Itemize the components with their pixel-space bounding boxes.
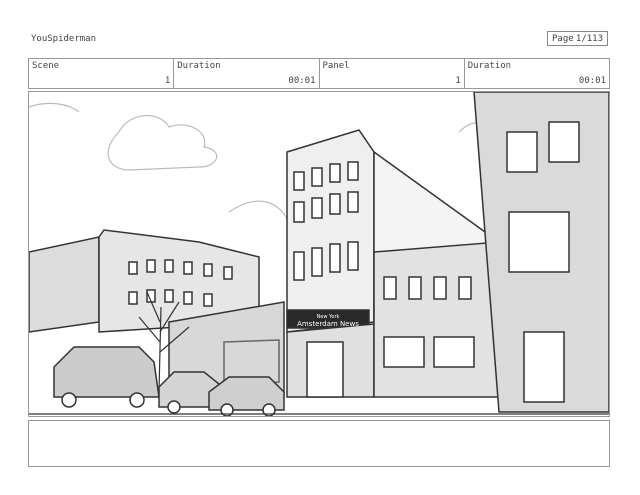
page-indicator: Page 1/113	[547, 31, 608, 46]
panel-duration-value[interactable]: 00:01	[579, 76, 606, 86]
scene-cell: Scene 1	[29, 59, 175, 88]
street-sketch: New York Amsterdam News	[29, 92, 609, 416]
scene-value[interactable]: 1	[165, 76, 170, 86]
panel-label: Panel	[322, 61, 350, 71]
panel-cell: Panel 1	[320, 59, 465, 88]
shot-info-row: Scene 1 Duration 00:01 Panel 1 Duration …	[28, 58, 610, 89]
sign-line-2: Amsterdam News	[297, 320, 359, 328]
scene-duration-label: Duration	[177, 61, 221, 71]
page-number: 1/113	[575, 33, 603, 44]
storyboard-panel[interactable]: New York Amsterdam News	[28, 91, 610, 417]
panel-duration-label: Duration	[467, 61, 512, 71]
scene-duration-value[interactable]: 00:01	[288, 76, 315, 86]
scene-label: Scene	[32, 61, 60, 71]
panel-notes[interactable]	[28, 420, 610, 467]
page-label: Page	[552, 33, 574, 44]
panel-value[interactable]: 1	[455, 76, 460, 86]
scene-duration-cell: Duration 00:01	[174, 59, 320, 88]
project-title: YouSpiderman	[31, 34, 97, 44]
right-buildings	[373, 92, 609, 413]
panel-duration-cell: Duration 00:01	[465, 59, 609, 88]
